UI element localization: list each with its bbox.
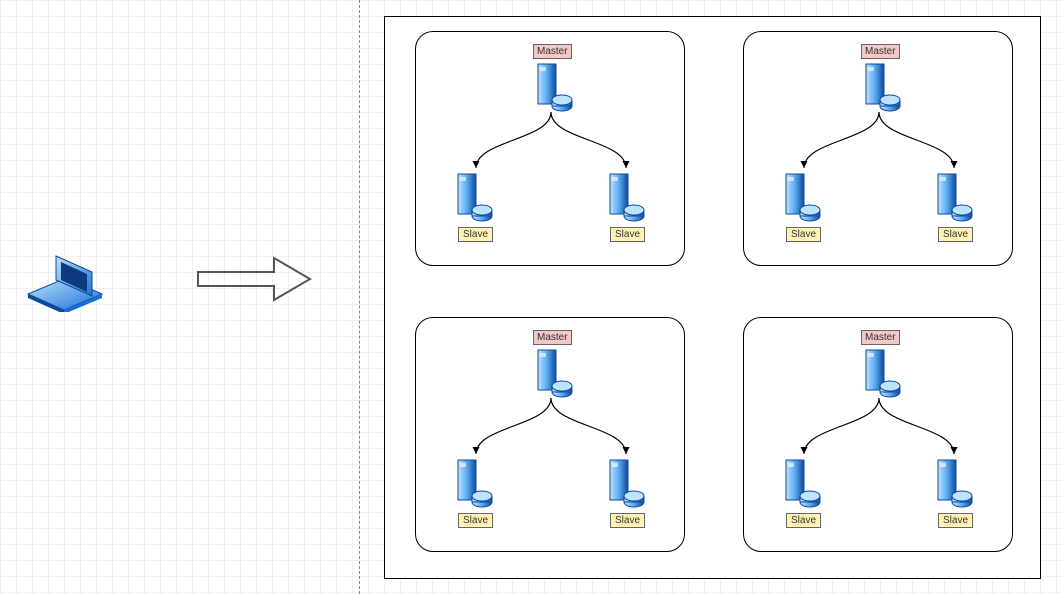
server-slave-icon xyxy=(454,458,492,506)
server-slave-icon xyxy=(454,172,492,220)
slave-label: Slave xyxy=(458,513,493,528)
server-master-icon xyxy=(534,62,572,110)
server-master-icon xyxy=(862,62,900,110)
server-master-icon xyxy=(862,348,900,396)
master-label: Master xyxy=(861,44,900,59)
server-slave-icon xyxy=(606,172,644,220)
master-label: Master xyxy=(861,330,900,345)
server-slave-icon xyxy=(782,458,820,506)
slave-label: Slave xyxy=(458,227,493,242)
master-label: Master xyxy=(533,44,572,59)
slave-label: Slave xyxy=(786,513,821,528)
server-slave-icon xyxy=(606,458,644,506)
server-master-icon xyxy=(534,348,572,396)
slave-label: Slave xyxy=(610,513,645,528)
arrow-icon xyxy=(194,254,314,304)
server-slave-icon xyxy=(934,458,972,506)
cluster-box: Master Slave Slave xyxy=(415,317,685,552)
slave-label: Slave xyxy=(938,513,973,528)
cluster-box: Master Slave Slave xyxy=(415,31,685,266)
vertical-divider xyxy=(359,0,360,594)
connector-arrows xyxy=(456,110,646,180)
cluster-box: Master Slave Slave xyxy=(743,317,1013,552)
connector-arrows xyxy=(784,110,974,180)
connector-arrows xyxy=(456,396,646,466)
server-slave-icon xyxy=(782,172,820,220)
master-label: Master xyxy=(533,330,572,345)
connector-arrows xyxy=(784,396,974,466)
slave-label: Slave xyxy=(786,227,821,242)
laptop-icon xyxy=(26,252,106,312)
cluster-box: Master Slave Slave xyxy=(743,31,1013,266)
cluster-container: Master Slave Slave Master xyxy=(384,16,1041,579)
slave-label: Slave xyxy=(610,227,645,242)
slave-label: Slave xyxy=(938,227,973,242)
server-slave-icon xyxy=(934,172,972,220)
